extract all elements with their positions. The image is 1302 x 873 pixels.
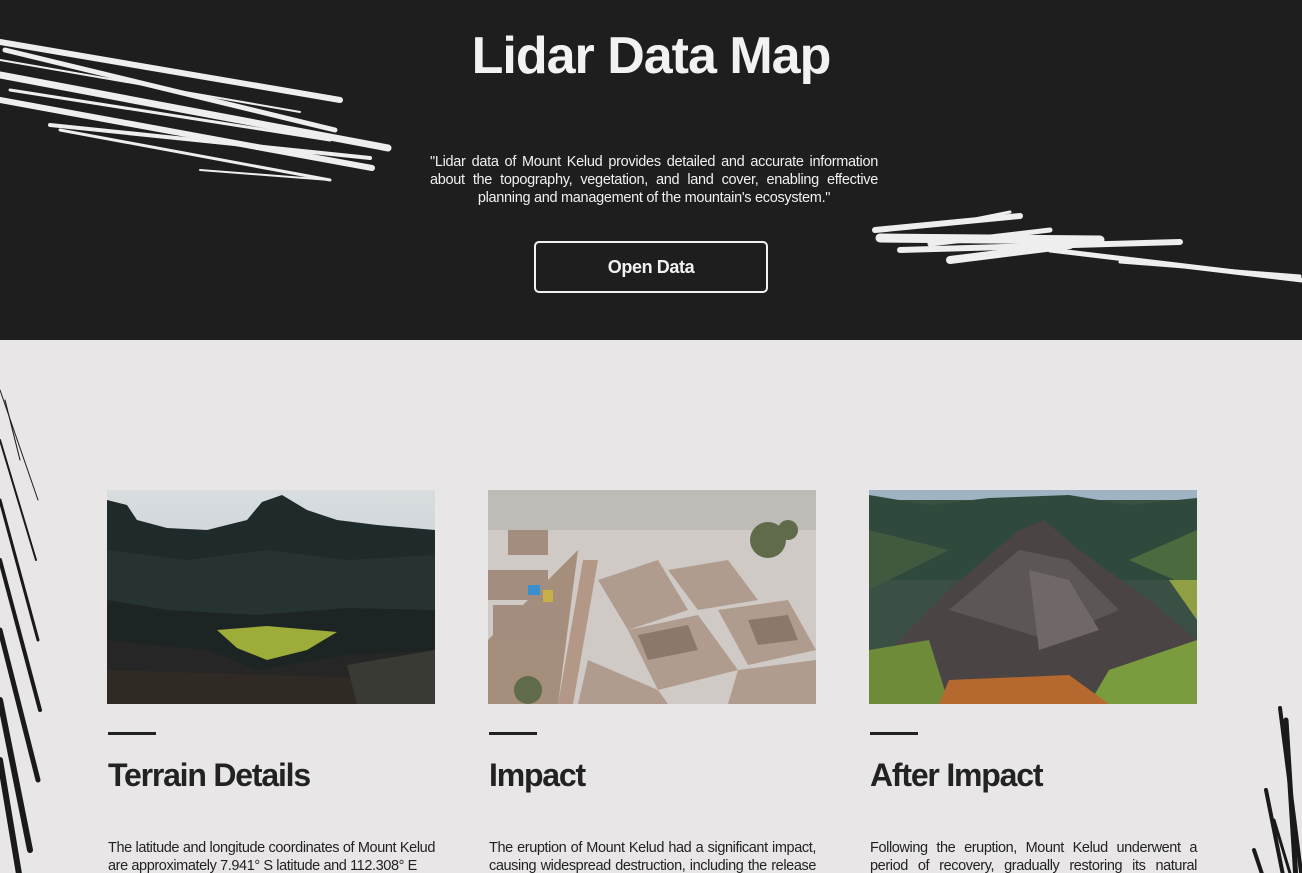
card-after-impact: After Impact Following the eruption, Mou…	[869, 490, 1197, 873]
palm-leaf-decoration-left	[0, 389, 42, 873]
content-section: Terrain Details The latitude and longitu…	[0, 340, 1302, 873]
card-title: Impact	[489, 757, 586, 793]
page-title: Lidar Data Map	[471, 27, 832, 85]
card-text: Following the eruption, Mount Kelud unde…	[870, 840, 1197, 873]
ash-covered-village-photo	[488, 490, 816, 704]
card-text: The eruption of Mount Kelud had a signif…	[489, 840, 816, 873]
lava-dome-photo	[869, 490, 1197, 704]
card-divider	[108, 732, 156, 735]
card-title: After Impact	[870, 757, 1044, 793]
card-title: Terrain Details	[108, 757, 311, 793]
open-data-button[interactable]: Open Data	[534, 241, 768, 293]
card-divider	[489, 732, 537, 735]
card-terrain-details: Terrain Details The latitude and longitu…	[107, 490, 435, 873]
card-divider	[870, 732, 918, 735]
hero-section: Lidar Data Map "Lidar data of Mount Kelu…	[0, 0, 1302, 340]
card-text: The latitude and longitude coordinates o…	[108, 840, 435, 873]
crater-lake-photo	[107, 490, 435, 704]
brush-stroke-decoration-right	[872, 210, 1302, 283]
card-impact: Impact The eruption of Mount Kelud had a…	[488, 490, 816, 873]
palm-leaf-decoration-right	[1252, 706, 1302, 873]
hero-quote: "Lidar data of Mount Kelud provides deta…	[430, 154, 878, 206]
